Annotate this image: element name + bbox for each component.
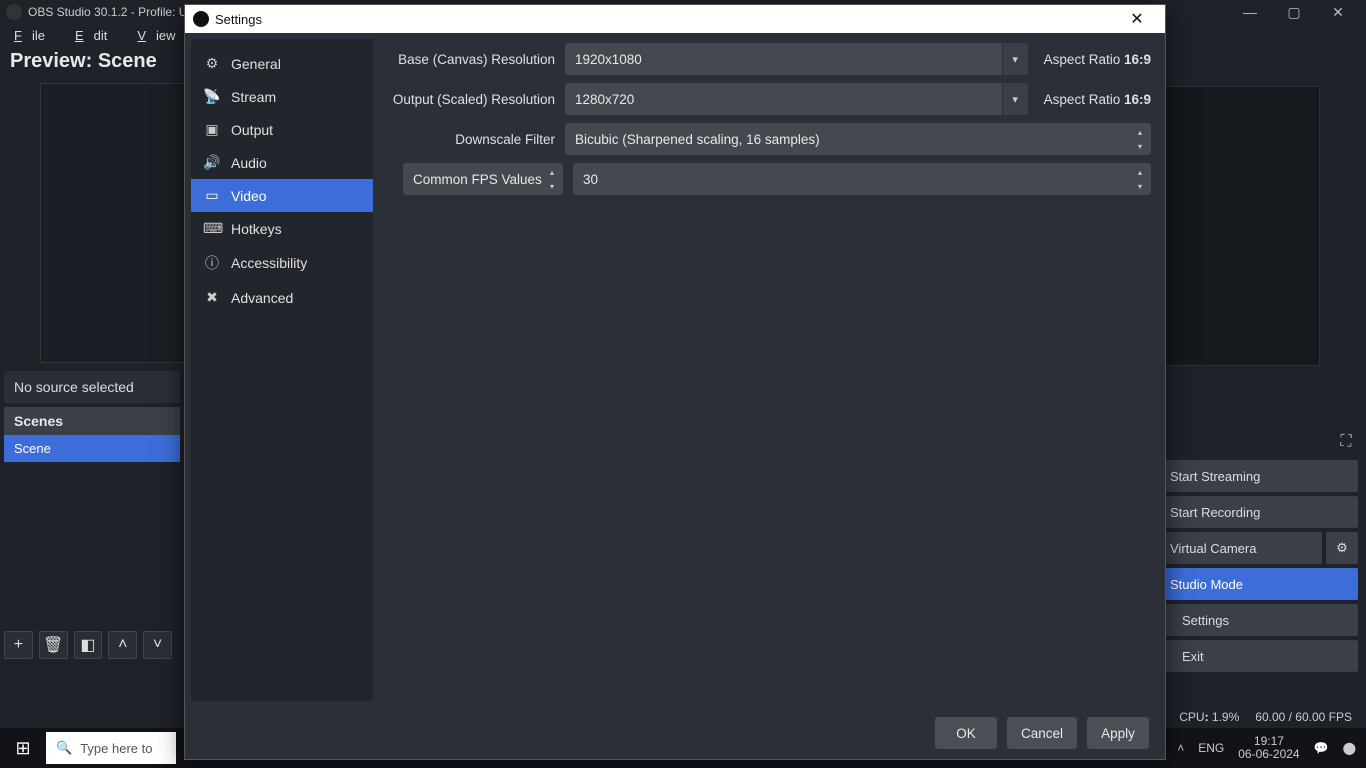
add-scene-button[interactable]: + [4, 631, 33, 659]
scenes-list[interactable]: Scene [4, 435, 180, 625]
move-scene-up-button[interactable]: ˄ [108, 631, 137, 659]
sidebar-item-label: Hotkeys [231, 221, 282, 237]
sidebar-item-label: Stream [231, 89, 276, 105]
fps-display: 60.00 / 60.00 FPS [1255, 710, 1352, 724]
main-window-title: OBS Studio 30.1.2 - Profile: Un [28, 5, 194, 19]
spin-buttons[interactable]: ▴▾ [1131, 165, 1149, 193]
start-streaming-button[interactable]: Start Streaming [1158, 460, 1358, 492]
tray-lang[interactable]: ENG [1198, 741, 1224, 755]
sidebar-item-output[interactable]: ▣ Output [191, 113, 373, 146]
scenes-panel-header: Scenes [4, 407, 180, 435]
spin-buttons[interactable]: ▴▾ [543, 165, 561, 193]
sidebar-item-label: Advanced [231, 290, 293, 306]
window-close-button[interactable]: ✕ [1316, 0, 1360, 24]
menu-file[interactable]: File [4, 26, 65, 45]
output-aspect-ratio: Aspect Ratio 16:9 [1038, 92, 1151, 107]
taskbar-search[interactable]: 🔍 Type here to [46, 732, 176, 764]
downscale-filter-select[interactable]: Bicubic (Sharpened scaling, 16 samples) … [565, 123, 1151, 155]
base-aspect-ratio: Aspect Ratio 16:9 [1038, 52, 1151, 67]
cancel-button[interactable]: Cancel [1007, 717, 1077, 749]
virtual-camera-button[interactable]: Virtual Camera [1158, 532, 1322, 564]
start-button[interactable]: ⊞ [0, 728, 46, 768]
sidebar-item-video[interactable]: ▭ Video [191, 179, 373, 212]
sidebar-item-label: Accessibility [231, 255, 307, 271]
tray-notifications-icon[interactable]: 💬 [1314, 741, 1329, 755]
speaker-icon: 🔊 [203, 154, 221, 171]
window-maximize-button[interactable]: ▢ [1272, 0, 1316, 24]
status-bar: CPU: 1.9% 60.00 / 60.00 FPS [1171, 706, 1360, 728]
sidebar-item-label: General [231, 56, 281, 72]
downscale-filter-label: Downscale Filter [385, 132, 555, 147]
scene-item[interactable]: Scene [4, 435, 180, 462]
exit-button[interactable]: Exit [1158, 640, 1358, 672]
settings-close-button[interactable]: ✕ [1117, 5, 1157, 33]
gear-icon: ⚙ [203, 55, 221, 72]
accessibility-icon: ⓘ [203, 253, 221, 273]
sidebar-item-label: Audio [231, 155, 267, 171]
settings-dialog-title: Settings [215, 12, 262, 27]
sidebar-item-accessibility[interactable]: ⓘ Accessibility [191, 245, 373, 281]
obs-app-icon [193, 11, 209, 27]
obs-app-icon [6, 4, 22, 20]
keyboard-icon: ⌨ [203, 220, 221, 237]
sidebar-item-stream[interactable]: 📡 Stream [191, 80, 373, 113]
base-resolution-label: Base (Canvas) Resolution [385, 52, 555, 67]
scene-filter-button[interactable]: ◧ [74, 631, 103, 659]
studio-mode-button[interactable]: Studio Mode [1158, 568, 1358, 600]
chevron-down-icon[interactable]: ▾ [1002, 43, 1028, 75]
cpu-usage: CPU: 1.9% [1179, 710, 1239, 724]
output-icon: ▣ [203, 121, 221, 138]
output-resolution-select[interactable]: 1280x720 ▾ [565, 83, 1028, 115]
tray-chevron-icon[interactable]: ˄ [1177, 741, 1184, 755]
menu-edit[interactable]: Edit [65, 26, 127, 45]
sidebar-item-general[interactable]: ⚙ General [191, 47, 373, 80]
monitor-icon: ▭ [203, 187, 221, 204]
sidebar-item-label: Video [231, 188, 267, 204]
start-recording-button[interactable]: Start Recording [1158, 496, 1358, 528]
system-tray: ˄ ENG 19:17 06-06-2024 💬 ⬤ [1177, 735, 1366, 761]
pop-out-icon[interactable]: ⛶ [1334, 430, 1358, 454]
settings-dialog-footer: OK Cancel Apply [185, 707, 1165, 759]
no-source-selected: No source selected [4, 371, 180, 403]
antenna-icon: 📡 [203, 88, 221, 105]
output-resolution-label: Output (Scaled) Resolution [385, 92, 555, 107]
tools-icon: ✖ [203, 289, 221, 306]
sidebar-item-label: Output [231, 122, 273, 138]
tray-clock[interactable]: 19:17 06-06-2024 [1238, 735, 1299, 761]
base-resolution-select[interactable]: 1920x1080 ▾ [565, 43, 1028, 75]
settings-content-video: Base (Canvas) Resolution 1920x1080 ▾ Asp… [379, 33, 1165, 707]
controls-panel: Start Streaming Start Recording Virtual … [1158, 460, 1358, 676]
tray-obs-icon[interactable]: ⬤ [1343, 741, 1356, 755]
spin-buttons[interactable]: ▴▾ [1131, 125, 1149, 153]
settings-dialog: Settings ✕ ⚙ General 📡 Stream ▣ Output 🔊… [184, 4, 1166, 760]
window-minimize-button[interactable]: — [1228, 0, 1272, 24]
virtual-camera-settings-button[interactable]: ⚙ [1326, 532, 1358, 564]
settings-sidebar: ⚙ General 📡 Stream ▣ Output 🔊 Audio ▭ Vi… [191, 39, 373, 701]
move-scene-down-button[interactable]: ˅ [143, 631, 172, 659]
sidebar-item-advanced[interactable]: ✖ Advanced [191, 281, 373, 314]
ok-button[interactable]: OK [935, 717, 997, 749]
settings-button[interactable]: Settings [1158, 604, 1358, 636]
scenes-toolbar: + 🗑 ◧ ˄ ˅ [0, 625, 176, 665]
fps-value-select[interactable]: 30 ▴▾ [573, 163, 1151, 195]
search-icon: 🔍 [56, 740, 72, 756]
program-preview [1160, 86, 1320, 366]
settings-dialog-titlebar[interactable]: Settings ✕ [185, 5, 1165, 33]
chevron-down-icon[interactable]: ▾ [1002, 83, 1028, 115]
search-placeholder: Type here to [80, 741, 152, 756]
fps-mode-select[interactable]: Common FPS Values ▴▾ [403, 163, 563, 195]
sidebar-item-hotkeys[interactable]: ⌨ Hotkeys [191, 212, 373, 245]
sidebar-item-audio[interactable]: 🔊 Audio [191, 146, 373, 179]
remove-scene-button[interactable]: 🗑 [39, 631, 68, 659]
apply-button[interactable]: Apply [1087, 717, 1149, 749]
